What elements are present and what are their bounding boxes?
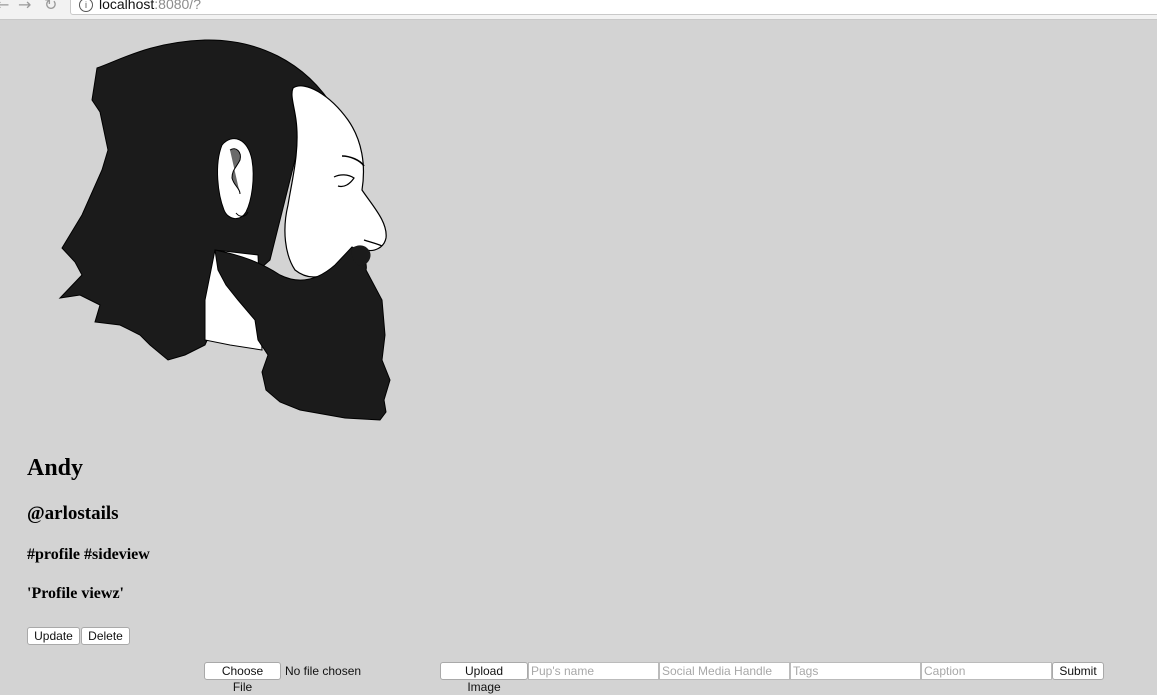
url-port-path: :8080/? <box>154 0 201 12</box>
file-status: No file chosen <box>285 664 362 678</box>
url-host: localhost <box>99 0 155 12</box>
profile-name: Andy <box>27 455 84 481</box>
profile-tags: #profile #sideview <box>27 546 150 563</box>
face <box>284 85 387 278</box>
arrow-right-icon[interactable]: → <box>18 0 31 14</box>
tags-input[interactable] <box>790 662 921 680</box>
social-handle-input[interactable] <box>659 662 790 680</box>
address-bar[interactable]: i localhost:8080/? <box>70 0 1157 15</box>
delete-button[interactable]: Delete <box>81 627 130 645</box>
browser-toolbar: ← → ↻ i localhost:8080/? <box>0 0 1157 20</box>
profile-handle: @arlostails <box>27 503 119 524</box>
pup-name-input[interactable] <box>528 662 659 680</box>
profile-caption: 'Profile viewz' <box>27 585 124 602</box>
choose-file-button[interactable]: Choose File <box>204 662 281 694</box>
reload-icon[interactable]: ↻ <box>44 0 57 14</box>
upload-image-button[interactable]: Upload Image <box>440 662 528 694</box>
profile-illustration <box>58 39 391 421</box>
submit-button[interactable]: Submit <box>1052 662 1104 680</box>
caption-input[interactable] <box>921 662 1052 680</box>
update-button[interactable]: Update <box>27 627 80 645</box>
info-icon[interactable]: i <box>79 0 93 12</box>
arrow-left-icon[interactable]: ← <box>0 0 9 14</box>
